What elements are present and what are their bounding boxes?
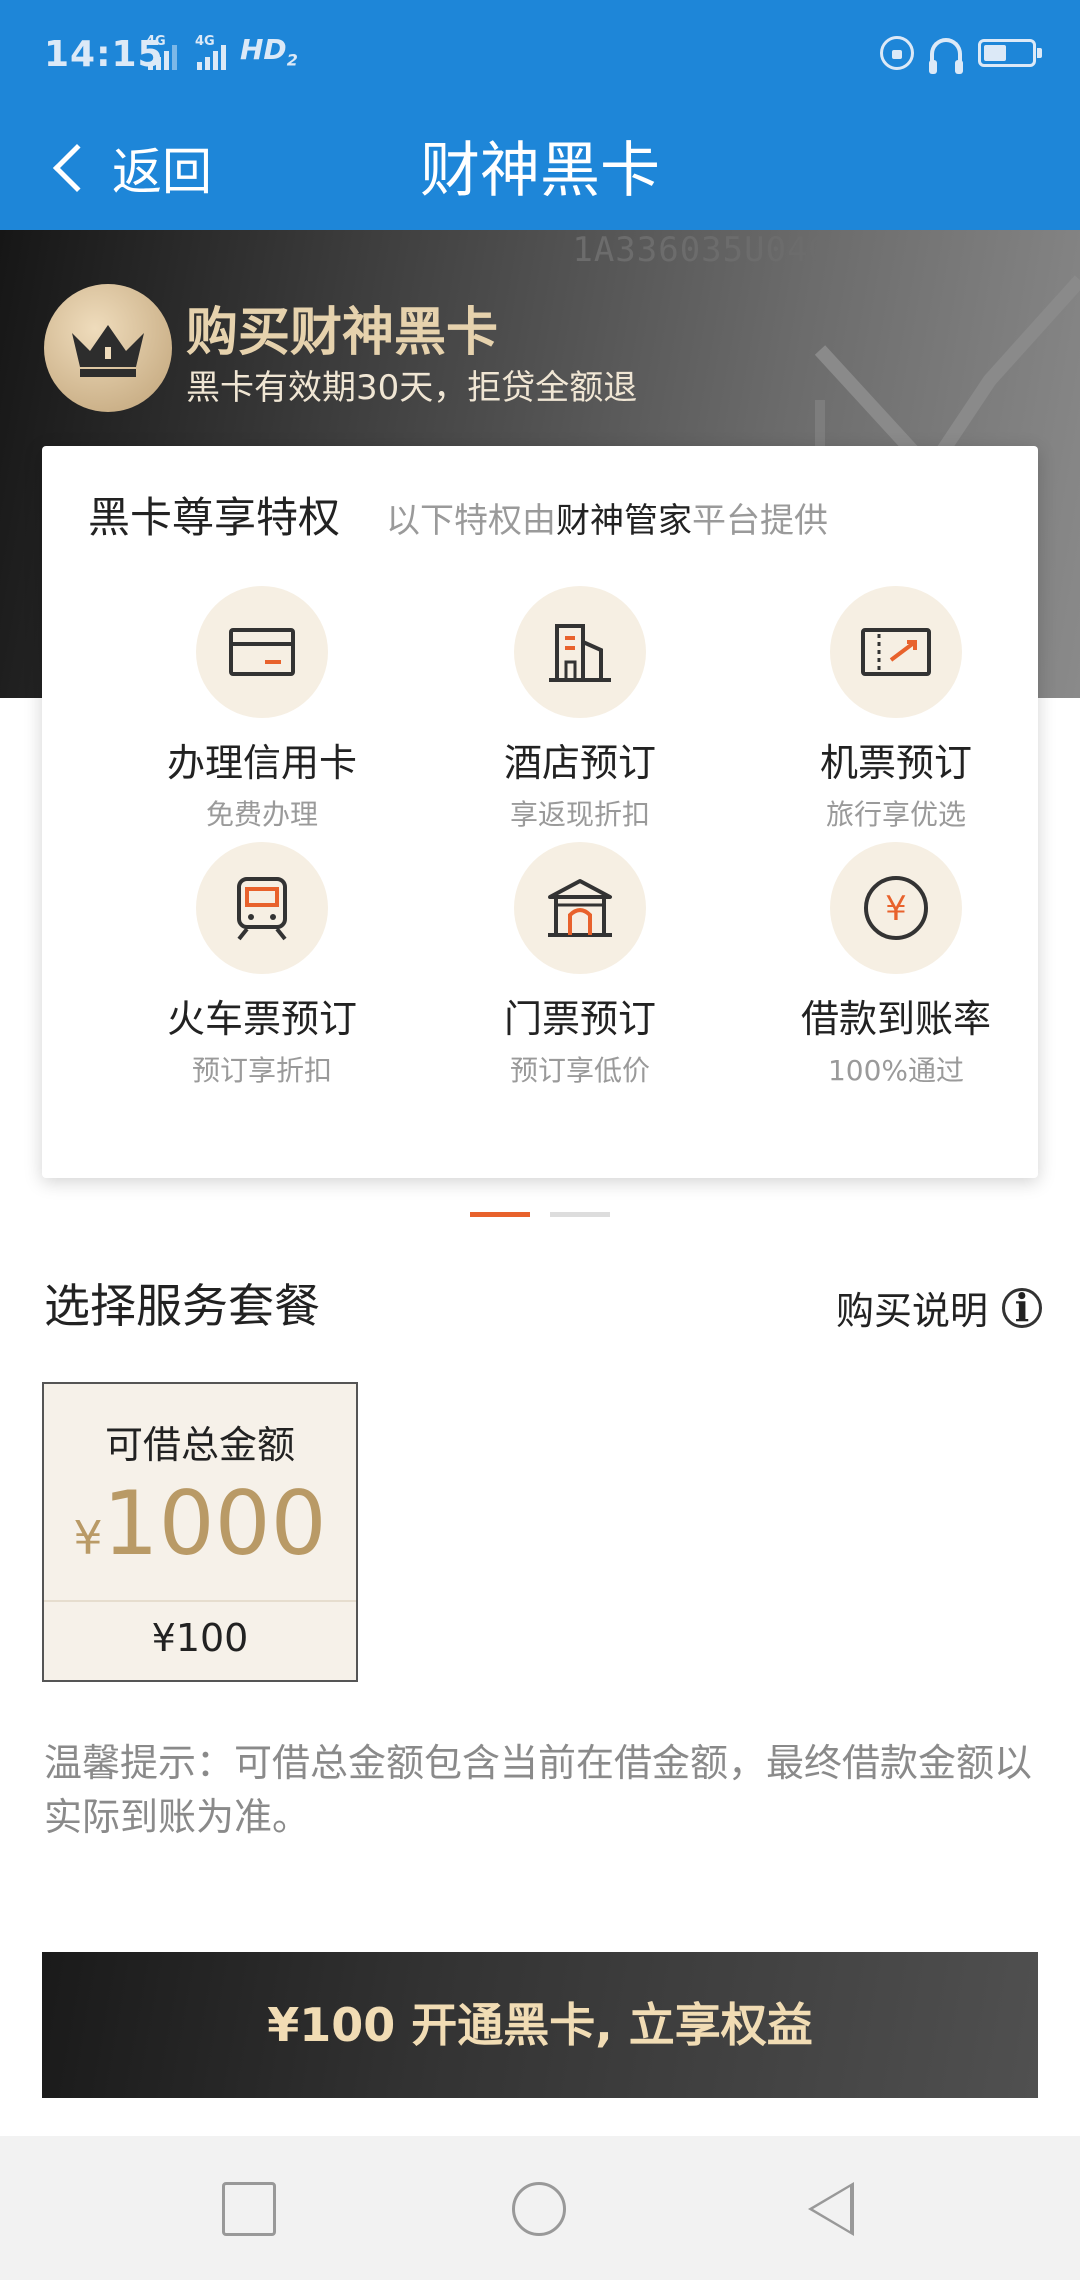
crown-icon — [44, 284, 172, 412]
home-button[interactable] — [512, 2182, 566, 2236]
hotel-icon — [514, 586, 646, 718]
open-card-button[interactable]: ¥100 开通黑卡, 立享权益 — [42, 1952, 1038, 2098]
banner-title: 购买财神黑卡 — [186, 303, 499, 363]
privilege-item[interactable]: 火车票预订 预订享折扣 — [112, 842, 412, 1087]
privilege-item[interactable]: 门票预订 预订享低价 — [430, 842, 730, 1087]
status-bar: 14:15 4G 4G HD2 — [0, 0, 1080, 112]
pager-dot[interactable] — [550, 1212, 610, 1217]
privilege-item[interactable]: ¥ 借款到账率 100%通过 — [746, 842, 1046, 1087]
info-icon: i — [1002, 1287, 1042, 1328]
privilege-item[interactable]: 办理信用卡 免费办理 — [112, 586, 412, 831]
package-section-title: 选择服务套餐 — [44, 1279, 320, 1333]
back-label: 返回 — [112, 143, 212, 201]
privilege-note: 以下特权由财神管家平台提供 — [386, 501, 829, 541]
hd-voice-icon: HD2 — [240, 33, 298, 70]
carousel-pager — [470, 1212, 610, 1217]
headphones-icon — [929, 38, 963, 74]
svg-text:¥: ¥ — [885, 889, 907, 929]
banner-subtitle: 黑卡有效期30天，拒贷全额退 — [186, 368, 638, 408]
privilege-title: 黑卡尊享特权 — [88, 493, 341, 542]
privilege-item[interactable]: 酒店预订 享返现折扣 — [430, 586, 730, 831]
nav-bar: 财神黑卡 返回 — [0, 112, 1080, 230]
attraction-icon — [514, 842, 646, 974]
package-amount: ¥1000 — [73, 1472, 327, 1575]
rotation-lock-icon — [880, 36, 914, 70]
package-option[interactable]: 可借总金额 ¥1000 ¥100 — [42, 1382, 358, 1682]
flight-ticket-icon — [830, 586, 962, 718]
tip-text: 温馨提示：可借总金额包含当前在借金额，最终借款金额以实际到账为准。 — [44, 1741, 1033, 1839]
battery-icon — [978, 39, 1042, 67]
signal-icon: 4G — [195, 34, 226, 70]
buy-info-link[interactable]: 购买说明 i — [836, 1280, 1042, 1335]
signal-icon: 4G — [146, 34, 177, 70]
privilege-item[interactable]: 机票预订 旅行享优选 — [746, 586, 1046, 831]
network-indicators: 4G 4G HD2 — [146, 33, 298, 70]
divider — [44, 1600, 356, 1602]
back-button[interactable]: 返回 — [48, 122, 212, 214]
pager-dot-active[interactable] — [470, 1212, 530, 1217]
credit-card-icon — [196, 586, 328, 718]
system-back-button[interactable] — [808, 2182, 854, 2236]
train-icon — [196, 842, 328, 974]
privilege-card: 黑卡尊享特权 以下特权由财神管家平台提供 办理信用卡 免费办理 酒店预订 享返现… — [42, 446, 1038, 1178]
chevron-left-icon — [52, 143, 102, 193]
package-label: 可借总金额 — [104, 1423, 295, 1467]
package-price: ¥100 — [151, 1616, 249, 1660]
recent-apps-button[interactable] — [222, 2182, 276, 2236]
yuan-coin-icon: ¥ — [830, 842, 962, 974]
system-nav-bar — [0, 2136, 1080, 2280]
